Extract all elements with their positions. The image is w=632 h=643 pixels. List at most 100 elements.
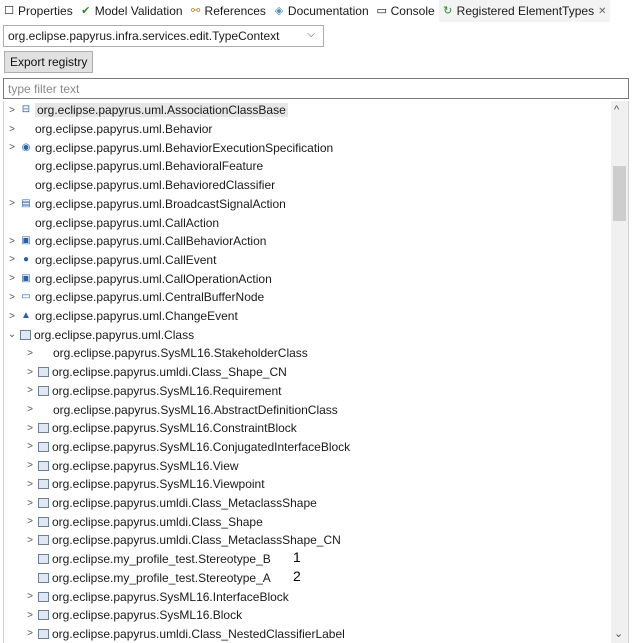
tree-item[interactable]: > org.eclipse.papyrus.SysML16.Viewpoint (24, 475, 264, 494)
references-icon: ⚯ (190, 5, 201, 17)
scrollbar-thumb[interactable] (613, 166, 626, 221)
scroll-up-icon[interactable]: ^ (614, 104, 619, 116)
tree-item-label: org.eclipse.papyrus.uml.AssociationClass… (35, 103, 288, 118)
tree-item[interactable]: > org.eclipse.papyrus.SysML16.Block (24, 606, 242, 625)
tree-item[interactable]: org.eclipse.my_profile_test.Stereotype_B (24, 550, 271, 569)
call-event-icon: ● (22, 253, 30, 265)
tree-item[interactable]: > ▭ org.eclipse.papyrus.uml.CentralBufferN… (6, 288, 264, 307)
tree-item[interactable]: org.eclipse.papyrus.uml.BehavioralFeatur… (6, 157, 263, 176)
tree-item-label: org.eclipse.papyrus.uml.CallAction (35, 215, 220, 230)
tree-item-label: org.eclipse.papyrus.SysML16.InterfaceBlo… (52, 589, 289, 604)
tree-item[interactable]: > org.eclipse.papyrus.umldi.Class_NestedC… (24, 625, 345, 643)
tree-item[interactable]: > org.eclipse.papyrus.SysML16.Stakeholder… (24, 344, 308, 363)
expand-right-icon[interactable]: > (24, 367, 36, 378)
tree-item-label: org.eclipse.papyrus.SysML16.ConjugatedIn… (52, 439, 351, 454)
scroll-down-icon[interactable]: ⌄ (614, 627, 623, 640)
class-icon (38, 610, 49, 621)
tree-item[interactable]: > ▲ org.eclipse.papyrus.uml.ChangeEvent (6, 307, 238, 326)
tree-item-label: org.eclipse.papyrus.SysML16.AbstractDefi… (53, 402, 338, 417)
expand-right-icon[interactable]: > (24, 460, 36, 471)
tree-item-label: org.eclipse.my_profile_test.Stereotype_B (52, 552, 271, 567)
tree-item[interactable]: org.eclipse.my_profile_test.Stereotype_A (24, 569, 271, 588)
tree-item[interactable]: > org.eclipse.papyrus.SysML16.AbstractDef… (24, 400, 338, 419)
expand-right-icon[interactable]: > (24, 404, 36, 415)
tree-item[interactable]: org.eclipse.papyrus.uml.CallAction (6, 213, 219, 232)
expand-right-icon[interactable]: > (24, 479, 36, 490)
documentation-icon: ◈ (274, 5, 284, 17)
expand-right-icon[interactable]: > (6, 254, 18, 265)
tree-item-label: org.eclipse.papyrus.umldi.Class_NestedCl… (52, 626, 345, 641)
association-class-icon: ⊟ (21, 104, 31, 116)
tree-item-label: org.eclipse.papyrus.umldi.Class_Metaclas… (52, 533, 341, 548)
expand-right-icon[interactable]: > (6, 105, 18, 116)
expand-right-icon[interactable]: > (6, 311, 18, 322)
expand-right-icon[interactable]: > (6, 273, 18, 284)
class-icon (38, 460, 49, 471)
element-types-tree[interactable]: ^ ⌄ > ⊟ org.eclipse.papyrus.uml.Associatio… (3, 101, 629, 643)
expand-right-icon[interactable]: > (6, 124, 18, 135)
chevron-down-icon[interactable]: ⌵ (307, 29, 315, 40)
expand-right-icon[interactable]: > (6, 198, 18, 209)
tree-item[interactable]: > ◉ org.eclipse.papyrus.uml.BehaviorExecut… (6, 138, 333, 157)
tree-item-label: org.eclipse.papyrus.umldi.Class_Shape (52, 514, 263, 529)
expand-right-icon[interactable]: > (24, 423, 36, 434)
properties-icon: ☐ (4, 5, 14, 17)
expand-right-icon[interactable]: > (24, 516, 36, 527)
tab-properties[interactable]: ☐ Properties (0, 0, 77, 22)
tree-item[interactable]: > ▣ org.eclipse.papyrus.uml.CallOperationA… (6, 269, 272, 288)
tree-item[interactable]: > org.eclipse.papyrus.SysML16.InterfaceBl… (24, 587, 289, 606)
expand-right-icon[interactable]: > (24, 498, 36, 509)
expand-right-icon[interactable]: > (24, 385, 36, 396)
tree-item-label: org.eclipse.papyrus.uml.BroadcastSignalA… (35, 196, 286, 211)
close-icon[interactable]: ✕ (598, 6, 606, 17)
tree-item[interactable]: > org.eclipse.papyrus.SysML16.View (24, 456, 238, 475)
tab-label: Console (390, 4, 435, 18)
expand-right-icon[interactable]: > (24, 610, 36, 621)
tree-item[interactable]: > org.eclipse.papyrus.umldi.Class_Metacla… (24, 494, 317, 513)
execution-spec-icon: ◉ (21, 141, 31, 153)
tree-item[interactable]: > org.eclipse.papyrus.SysML16.ConstraintB… (24, 419, 297, 438)
tree-item[interactable]: > ▤ org.eclipse.papyrus.uml.BroadcastSigna… (6, 195, 286, 214)
tree-item[interactable]: > org.eclipse.papyrus.umldi.Class_Shape (24, 512, 263, 531)
broadcast-signal-icon: ▤ (21, 197, 31, 209)
expand-right-icon[interactable]: > (24, 628, 36, 639)
tree-item-label: org.eclipse.papyrus.uml.BehavioredClassi… (35, 178, 276, 193)
expand-right-icon[interactable]: > (24, 441, 36, 452)
tab-references[interactable]: ⚯ References (187, 0, 270, 22)
expand-right-icon[interactable]: > (6, 236, 18, 247)
tree-item-label: org.eclipse.papyrus.uml.BehaviorExecutio… (35, 140, 334, 155)
tree-item[interactable]: > ⊟ org.eclipse.papyrus.uml.AssociationCla… (6, 101, 288, 120)
expand-right-icon[interactable]: > (24, 348, 36, 359)
tab-console[interactable]: ▭ Console (373, 0, 439, 22)
class-icon (38, 535, 49, 546)
tree-item[interactable]: > org.eclipse.papyrus.umldi.Class_Metacla… (24, 531, 341, 550)
tree-item[interactable]: > org.eclipse.papyrus.SysML16.ConjugatedI… (24, 438, 350, 457)
expand-right-icon[interactable]: > (24, 535, 36, 546)
tab-registered-elementtypes[interactable]: ↻ Registered ElementTypes ✕ (438, 0, 611, 22)
class-icon (38, 591, 49, 602)
tab-model-validation[interactable]: ✔ Model Validation (77, 0, 187, 22)
checkmark-icon: ✔ (81, 5, 91, 17)
tree-item-label: org.eclipse.papyrus.uml.CallBehaviorActi… (35, 234, 267, 249)
tree-item[interactable]: > org.eclipse.papyrus.umldi.Class_Shape_C… (24, 363, 287, 382)
class-icon (38, 498, 49, 509)
vertical-scrollbar[interactable]: ^ ⌄ (611, 101, 628, 643)
tree-item[interactable]: > ▣ org.eclipse.papyrus.uml.CallBehaviorAc… (6, 232, 266, 251)
tree-item[interactable]: ⌄ org.eclipse.papyrus.uml.Class (6, 325, 194, 344)
expand-right-icon[interactable]: > (24, 591, 36, 602)
tree-item[interactable]: org.eclipse.papyrus.uml.BehavioredClassi… (6, 176, 275, 195)
expand-right-icon[interactable]: > (6, 292, 18, 303)
export-registry-button[interactable]: Export registry (4, 51, 94, 73)
tab-documentation[interactable]: ◈ Documentation (270, 0, 373, 22)
expand-right-icon[interactable]: > (6, 142, 18, 153)
tree-item[interactable]: > ● org.eclipse.papyrus.uml.CallEvent (6, 251, 216, 270)
tree-item[interactable]: > org.eclipse.papyrus.uml.Behavior (6, 120, 212, 139)
tree-item[interactable]: > org.eclipse.papyrus.SysML16.Requirement (24, 382, 281, 401)
type-context-combo[interactable]: org.eclipse.papyrus.infra.services.edit.… (3, 25, 324, 47)
tree-item-label: org.eclipse.my_profile_test.Stereotype_A (52, 570, 271, 585)
class-icon (38, 554, 49, 565)
expand-down-icon[interactable]: ⌄ (6, 329, 18, 340)
tree-item-label: org.eclipse.papyrus.uml.CallOperationAct… (35, 271, 272, 286)
filter-input[interactable] (3, 78, 629, 99)
tree-item-label: org.eclipse.papyrus.uml.BehavioralFeatur… (35, 159, 264, 174)
